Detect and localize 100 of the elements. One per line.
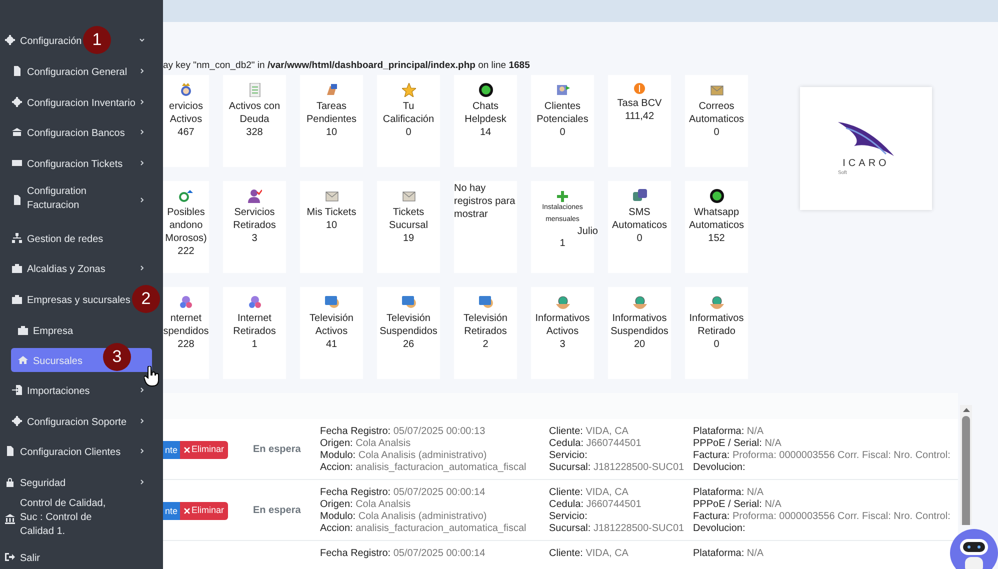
detail-line: Servicio:	[549, 511, 588, 523]
stat-value: 152	[708, 232, 725, 245]
sidebar-menu-item[interactable]: Configuracion Soporte	[27, 416, 127, 430]
stat-label: Tu Calificación	[382, 100, 436, 126]
stat-value: 2	[482, 338, 488, 351]
gear-icon	[5, 35, 15, 46]
stat-label: ervicios Activos	[168, 100, 204, 126]
person-icon	[248, 189, 262, 203]
status-text: En espera	[253, 443, 301, 457]
sidebar-menu-item[interactable]: Control de Calidad, Suc : Control de Calidad 1.	[20, 496, 120, 539]
sidebar-menu-item[interactable]: Configuracion General	[27, 66, 128, 80]
coin-icon	[634, 83, 645, 94]
network-icon	[179, 295, 193, 309]
stat-value: 467	[176, 126, 196, 139]
sidebar-menu-item[interactable]: Configuration Facturacion	[27, 184, 127, 213]
stat-value: 14	[480, 126, 492, 139]
document-icon	[12, 66, 22, 76]
envelope-icon	[710, 83, 724, 97]
stat-value: 3	[252, 232, 258, 245]
stat-value: 3	[560, 338, 566, 351]
building-icon	[12, 294, 22, 304]
stat-value: 10	[326, 219, 338, 232]
sidebar-menu-item[interactable]: Configuracion Inventario	[27, 96, 136, 111]
stat-value: 20	[634, 338, 646, 351]
close-icon	[184, 446, 190, 452]
step-number-tooltip: 2	[132, 284, 160, 313]
sidebar-menu-item[interactable]: Configuracion Clientes	[20, 446, 121, 460]
document-icon	[5, 446, 15, 456]
sidebar-menu-item[interactable]: Gestion de redes	[27, 232, 104, 247]
detail-line: Sucursal: J181228500-SUC01	[549, 462, 686, 474]
robot-assistant-icon[interactable]	[950, 527, 998, 569]
detail-line: Origen: Cola Analsis	[320, 438, 412, 450]
sidebar-menu-item[interactable]: Seguridad	[20, 476, 66, 491]
step-number-tooltip: 3	[103, 342, 131, 370]
stat-label: nternet spendidos	[163, 312, 209, 338]
hand-cursor-icon	[144, 366, 160, 387]
chat-bubble-icon	[478, 83, 492, 97]
detail-line: PPPoE / Serial: N/A	[693, 438, 782, 450]
home-icon	[18, 354, 28, 364]
sidebar-menu-item[interactable]: Configuracion Bancos	[27, 127, 125, 142]
sidebar-menu-item[interactable]: Importaciones	[27, 384, 90, 399]
detail-line: PPPoE / Serial: N/A	[693, 499, 782, 511]
sidebar-menu-item[interactable]: Empresa	[11, 318, 152, 342]
detail-line: Fecha Registro: 05/07/2025 00:00:14	[320, 548, 486, 560]
stat-label: Chats Helpdesk	[464, 100, 508, 126]
stat-value: 10	[326, 126, 338, 139]
network-icon	[248, 295, 262, 309]
stat-label: Servicios Retirados	[232, 206, 277, 232]
import-icon	[12, 384, 22, 395]
detail-line: Sucursal: J181228500-SUC01	[549, 523, 686, 535]
detail-line: Plataforma: N/A	[693, 548, 765, 560]
stat-label: Mis Tickets	[306, 206, 356, 219]
detail-line: Devolucion:	[693, 523, 746, 535]
stat-value: 1	[560, 238, 566, 250]
gear-icon	[12, 416, 22, 426]
chat-bubbles-icon	[632, 189, 646, 203]
scrollbar-thumb[interactable]	[962, 416, 970, 525]
stat-value: 0	[560, 126, 566, 139]
detail-line: Origen: Cola Analsis	[320, 499, 412, 511]
action-button[interactable]: nte	[163, 502, 180, 520]
stat-label: Televisión Suspendidos	[378, 312, 438, 338]
globe-hands-icon	[556, 295, 570, 309]
stat-value: 0	[636, 232, 642, 245]
scrollbar[interactable]	[960, 405, 972, 525]
stat-value: 0	[714, 338, 720, 351]
detail-line: Cedula: J660744501	[549, 438, 642, 450]
close-icon	[184, 508, 190, 514]
stat-label: Correos Automaticos	[688, 100, 746, 126]
delete-button[interactable]: Eliminar	[180, 502, 228, 520]
network-icon	[12, 232, 22, 243]
sidebar-menu-item[interactable]: Salir	[20, 552, 40, 566]
stat-label: Clientes Potenciales	[536, 100, 590, 126]
building-icon	[12, 263, 22, 274]
stat-label: Activos con Deuda	[228, 100, 282, 126]
detail-line: Modulo: Cola Analisis (administrativo)	[320, 450, 488, 462]
gear-icon	[12, 96, 22, 107]
sidebar-menu-item[interactable]: Alcaldias y Zonas	[27, 263, 106, 278]
status-text: En espera	[253, 504, 301, 518]
detail-line: Devolucion:	[693, 462, 746, 474]
lock-icon	[5, 476, 15, 487]
exit-icon	[5, 552, 15, 562]
sidebar-menu-item[interactable]: Configuración	[20, 35, 82, 50]
step-number-tooltip: 1	[83, 26, 111, 54]
institution-icon	[5, 514, 15, 524]
sidebar-menu-item[interactable]: Empresas y sucursales	[27, 294, 130, 308]
tv-icon	[402, 295, 416, 309]
sidebar-menu-item[interactable]: Configuracion Tickets	[27, 158, 123, 172]
tv-icon	[324, 295, 338, 309]
delete-button[interactable]: Eliminar	[180, 440, 228, 458]
ticket-icon	[12, 158, 22, 168]
envelope-icon	[402, 189, 416, 203]
building-icon	[18, 324, 28, 334]
stat-value: 26	[402, 338, 414, 351]
stat-label: Tickets Sucursal	[388, 206, 429, 232]
detail-line: Cliente: VIDA, CA	[549, 426, 630, 438]
stat-value: 41	[326, 338, 338, 351]
action-button[interactable]: nte	[163, 440, 180, 458]
stat-value: 0	[714, 126, 720, 139]
tv-icon	[478, 295, 492, 309]
detail-line: Factura: Proforma: 0000003556 Corr. Fiscal: Nro. Control:	[693, 511, 952, 523]
